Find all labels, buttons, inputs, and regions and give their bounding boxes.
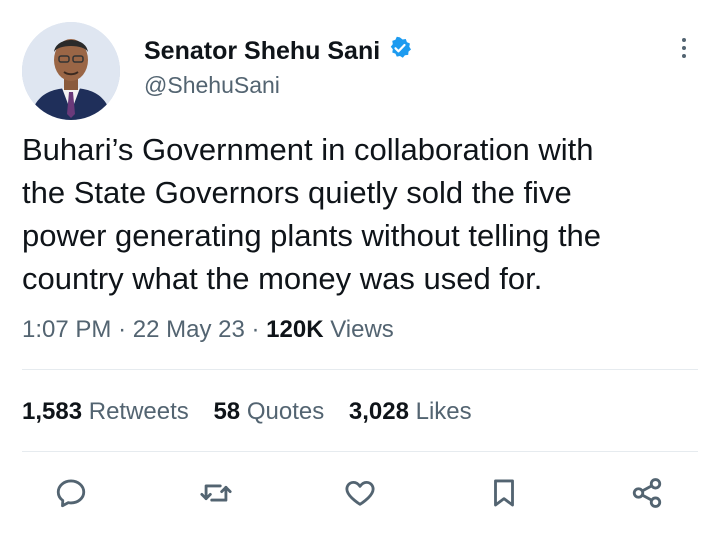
reply-icon: [56, 479, 86, 508]
views-label: Views: [330, 316, 394, 343]
likes-count: 3,028: [348, 398, 409, 425]
likes-stat[interactable]: 3,028 Likes: [349, 398, 472, 425]
author-display-name[interactable]: Senator Shehu Sani: [144, 36, 412, 67]
engagement-stats: 1,583 Retweets 58 Quotes 3,028 Likes: [22, 398, 490, 426]
tweet-metadata: 1:07 PM · 22 May 23 · 120K Views: [22, 316, 394, 344]
retweet-button[interactable]: [193, 470, 239, 516]
bookmark-icon: [494, 479, 514, 507]
action-bar: [0, 470, 720, 520]
share-button[interactable]: [624, 470, 670, 516]
views-count: 120K: [266, 316, 324, 343]
quotes-stat[interactable]: 58 Quotes: [213, 398, 324, 425]
tweet-time[interactable]: 1:07 PM: [22, 316, 111, 343]
bookmark-button[interactable]: [481, 470, 527, 516]
avatar-portrait: [22, 22, 120, 120]
tweet-text-line: the State Governors quietly sold the fiv…: [22, 175, 572, 210]
tweet-text-line: country what the money was used for.: [22, 261, 543, 296]
tweet-text-line: power generating plants without telling …: [22, 218, 602, 253]
reply-button[interactable]: [48, 470, 94, 516]
tweet-text-line: Buhari’s Government in collaboration wit…: [22, 132, 594, 167]
author-handle[interactable]: @ShehuSani: [144, 72, 280, 99]
share-icon: [632, 478, 662, 508]
meta-separator: ·: [118, 316, 127, 343]
retweets-stat[interactable]: 1,583 Retweets: [22, 398, 189, 425]
heart-icon: [345, 480, 375, 506]
like-button[interactable]: [337, 470, 383, 516]
avatar[interactable]: [22, 22, 120, 120]
quotes-count: 58: [213, 398, 241, 425]
tweet-date[interactable]: 22 May 23: [133, 316, 245, 343]
retweet-icon: [200, 484, 232, 502]
retweets-label: Retweets: [88, 398, 189, 425]
verified-badge-icon: [388, 36, 412, 67]
more-vertical-icon[interactable]: [680, 38, 688, 64]
author-name[interactable]: Senator Shehu Sani: [144, 37, 380, 66]
quotes-label: Quotes: [246, 398, 325, 425]
likes-label: Likes: [415, 398, 472, 425]
tweet-text: Buhari’s Government in collaboration wit…: [22, 128, 702, 300]
retweets-count: 1,583: [22, 398, 83, 425]
divider: [22, 369, 698, 370]
divider: [22, 451, 698, 452]
meta-separator: ·: [251, 316, 260, 343]
